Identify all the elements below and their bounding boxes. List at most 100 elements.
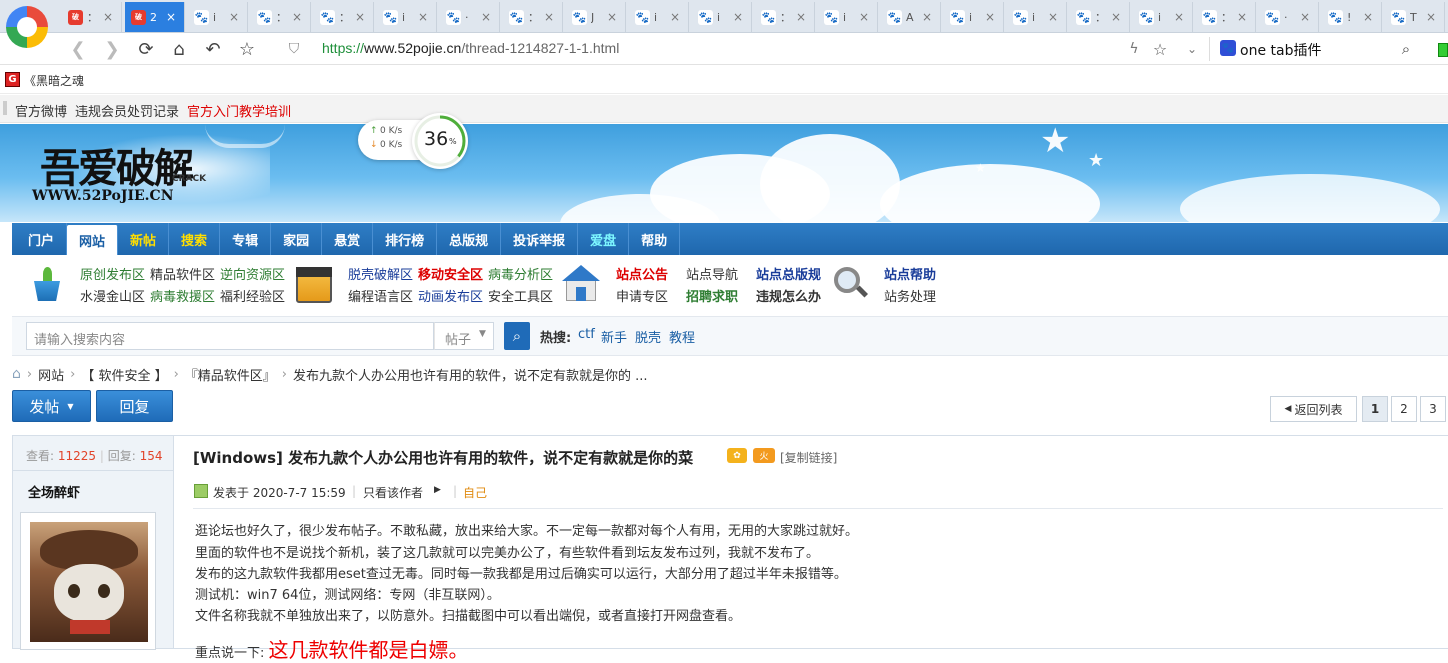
close-icon[interactable]: ×: [985, 10, 995, 24]
close-icon[interactable]: ×: [1300, 10, 1310, 24]
cat-site-navigation[interactable]: 站点导航: [686, 264, 738, 283]
cat-premium-software[interactable]: 精品软件区: [150, 264, 215, 283]
lightning-icon[interactable]: ϟ: [1122, 37, 1146, 61]
cat-programming[interactable]: 编程语言区: [348, 286, 413, 305]
back-icon[interactable]: ❮: [66, 37, 90, 61]
browser-tab[interactable]: 🐾 i ×: [1133, 2, 1193, 32]
nav-item[interactable]: 门户: [16, 223, 68, 255]
nav-item[interactable]: 搜索: [169, 223, 221, 255]
browser-tab[interactable]: 🐾 ： ×: [314, 2, 374, 32]
browser-logo-icon[interactable]: [6, 6, 48, 48]
cat-violation-help[interactable]: 违规怎么办: [756, 286, 821, 305]
close-icon[interactable]: ×: [922, 10, 932, 24]
search-submit-button[interactable]: ⌕: [504, 322, 530, 350]
cat-site-help[interactable]: 站点帮助: [884, 264, 936, 283]
onetab-extension-button[interactable]: one tab插件: [1240, 40, 1321, 60]
site-logo-text[interactable]: 吾爱破解: [40, 136, 194, 194]
close-icon[interactable]: ×: [1237, 10, 1247, 24]
cat-recruitment[interactable]: 招聘求职: [686, 286, 738, 305]
cat-animation[interactable]: 动画发布区: [418, 286, 483, 305]
browser-tab[interactable]: 🐾 i ×: [629, 2, 689, 32]
page-2-button[interactable]: 2: [1391, 396, 1417, 422]
browser-tab[interactable]: 🐾 J ×: [566, 2, 626, 32]
browser-tab[interactable]: 破 2 ×: [125, 2, 185, 32]
bookmark-item[interactable]: 《黑暗之魂: [24, 72, 84, 89]
cat-unpack-crack[interactable]: 脱壳破解区: [348, 264, 413, 283]
forward-icon[interactable]: ❯: [100, 37, 124, 61]
close-icon[interactable]: ×: [859, 10, 869, 24]
bookmark-star-icon[interactable]: ☆: [235, 37, 259, 61]
close-icon[interactable]: ×: [733, 10, 743, 24]
copy-link-button[interactable]: [复制链接]: [780, 449, 837, 466]
browser-tab[interactable]: 🐾! ×: [1322, 2, 1382, 32]
browser-tab[interactable]: 🐾 i ×: [1007, 2, 1067, 32]
close-icon[interactable]: ×: [1048, 10, 1058, 24]
reload-icon[interactable]: ⟳: [134, 37, 158, 61]
nav-item[interactable]: 网站: [67, 225, 119, 255]
hot-search-unpack[interactable]: 脱壳: [635, 327, 661, 346]
cat-virus-analysis[interactable]: 病毒分析区: [488, 264, 553, 283]
browser-tab[interactable]: 🐾 A ×: [881, 2, 941, 32]
hot-search-ctf[interactable]: ctf: [578, 327, 595, 342]
close-icon[interactable]: ×: [1174, 10, 1184, 24]
nav-item[interactable]: 总版规: [437, 223, 502, 255]
cat-original-release[interactable]: 原创发布区: [80, 264, 145, 283]
close-icon[interactable]: ×: [544, 10, 554, 24]
browser-tab[interactable]: 🐾 ： ×: [503, 2, 563, 32]
nav-item[interactable]: 新帖: [118, 223, 170, 255]
chevron-down-icon[interactable]: ⌄: [1180, 37, 1204, 61]
browser-tab[interactable]: 🐾 ： ×: [1196, 2, 1256, 32]
nav-item[interactable]: 排行榜: [373, 223, 438, 255]
back-to-list-button[interactable]: ◀ 返回列表: [1270, 396, 1357, 422]
reply-button[interactable]: 回复: [96, 390, 173, 422]
browser-tab[interactable]: 🐾 i ×: [377, 2, 437, 32]
browser-tab[interactable]: 🐾 ： ×: [1070, 2, 1130, 32]
shield-icon[interactable]: ⛉: [282, 37, 306, 61]
cat-welfare[interactable]: 福利经验区: [220, 286, 285, 305]
close-icon[interactable]: ×: [481, 10, 491, 24]
search-icon[interactable]: ⌕: [1394, 37, 1418, 61]
nav-item[interactable]: 帮助: [629, 223, 681, 255]
url-input[interactable]: https://www.52pojie.cn/thread-1214827-1-…: [322, 40, 619, 56]
cat-site-rules[interactable]: 站点总版规: [756, 264, 821, 283]
close-icon[interactable]: ×: [418, 10, 428, 24]
browser-tab[interactable]: 破 ： ×: [62, 2, 122, 32]
nav-item[interactable]: 悬赏: [322, 223, 374, 255]
close-icon[interactable]: ×: [670, 10, 680, 24]
violation-records-link[interactable]: 违规会员处罚记录: [75, 101, 179, 120]
undo-icon[interactable]: ↶: [201, 37, 225, 61]
cat-water[interactable]: 水漫金山区: [80, 286, 145, 305]
browser-tab[interactable]: 🐾 T ×: [1385, 2, 1445, 32]
cat-site-announcement[interactable]: 站点公告: [616, 264, 668, 283]
memory-gauge[interactable]: 36 %: [412, 113, 468, 169]
browser-tab[interactable]: 🐾 ： ×: [251, 2, 311, 32]
browser-tab[interactable]: 🐾 i ×: [188, 2, 248, 32]
close-icon[interactable]: ×: [355, 10, 365, 24]
author-name[interactable]: 全场醉虾: [28, 482, 80, 501]
browser-tab[interactable]: 🐾 · ×: [1259, 2, 1319, 32]
search-input[interactable]: 请输入搜索内容: [26, 322, 434, 350]
close-icon[interactable]: ×: [229, 10, 239, 24]
page-1-button[interactable]: 1: [1362, 396, 1388, 422]
breadcrumb-software-security[interactable]: 【 软件安全 】: [81, 365, 167, 384]
close-icon[interactable]: ×: [103, 10, 113, 24]
home-icon[interactable]: ⌂: [12, 366, 21, 382]
close-icon[interactable]: ×: [1426, 10, 1436, 24]
browser-tab[interactable]: 🐾 i ×: [944, 2, 1004, 32]
cat-virus-rescue[interactable]: 病毒救援区: [150, 286, 215, 305]
close-icon[interactable]: ×: [292, 10, 302, 24]
new-post-button[interactable]: 发帖 ▼: [12, 390, 91, 422]
nav-item[interactable]: 家园: [271, 223, 323, 255]
cat-mobile-security[interactable]: 移动安全区: [418, 264, 483, 283]
cat-site-affairs[interactable]: 站务处理: [884, 286, 936, 305]
breadcrumb-thread[interactable]: 发布九款个人办公用也许有用的软件，说不定有款就是你的 ...: [293, 365, 648, 384]
nav-item[interactable]: 专辑: [220, 223, 272, 255]
weibo-link[interactable]: 官方微博: [15, 101, 67, 120]
cat-security-tools[interactable]: 安全工具区: [488, 286, 553, 305]
browser-tab[interactable]: 🐾 i ×: [692, 2, 752, 32]
hot-search-newbie[interactable]: 新手: [601, 327, 627, 346]
nav-item[interactable]: 爱盘: [578, 223, 630, 255]
close-icon[interactable]: ×: [796, 10, 806, 24]
only-author-link[interactable]: 只看该作者: [363, 484, 423, 501]
favorite-star-icon[interactable]: ☆: [1148, 37, 1172, 61]
